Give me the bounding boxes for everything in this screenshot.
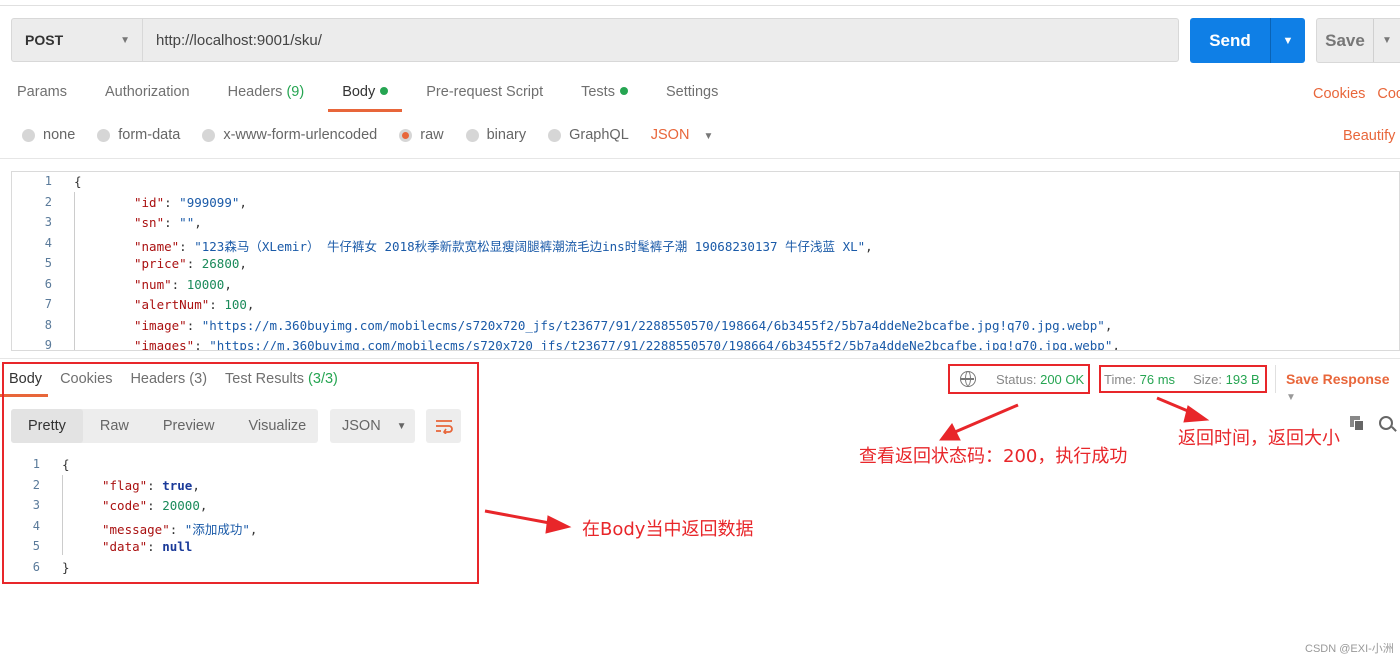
annotation-status: 查看返回状态码：200，执行成功 — [859, 446, 1128, 467]
arrow-time-head — [1183, 405, 1210, 423]
watermark: CSDN @EXI-小洲 — [1305, 643, 1394, 655]
arrow-body — [484, 509, 556, 526]
annotation-time-size: 返回时间，返回大小 — [1178, 428, 1340, 449]
annotation-arrows — [484, 396, 1210, 534]
annotation-body: 在Body当中返回数据 — [582, 519, 754, 540]
arrow-status — [954, 403, 1019, 434]
arrow-body-head — [545, 515, 572, 534]
